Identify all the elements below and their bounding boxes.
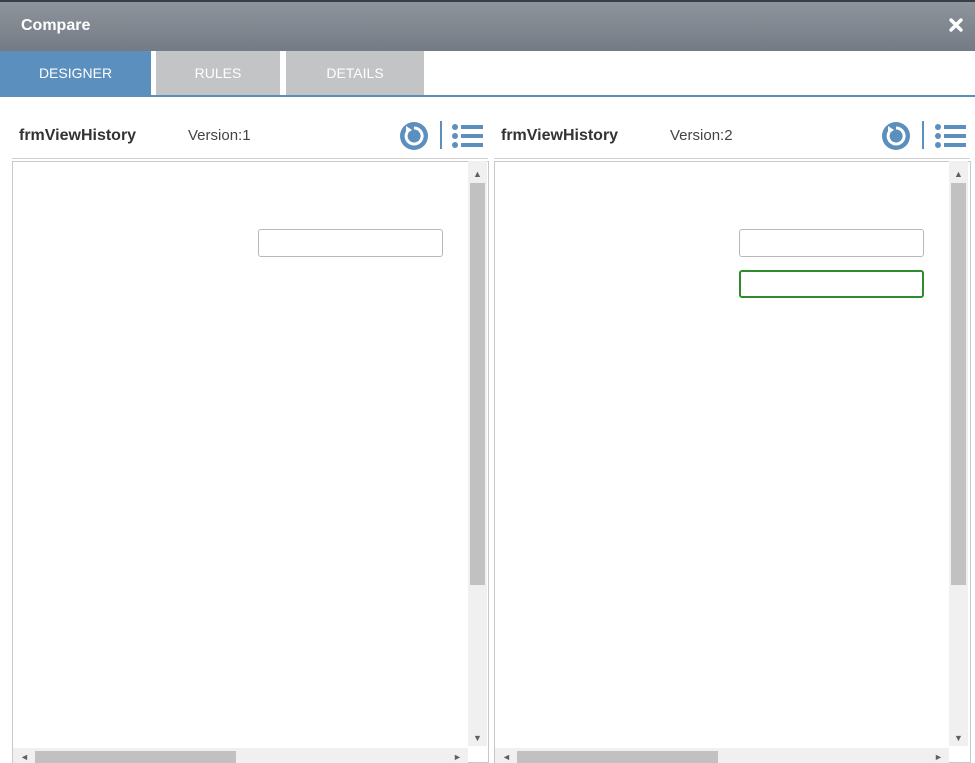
close-icon[interactable]: [947, 16, 965, 34]
right-refresh-icon[interactable]: [881, 121, 911, 151]
right-added-textbox[interactable]: [739, 270, 924, 298]
tab-designer[interactable]: DESIGNER: [0, 51, 151, 95]
left-horizontal-scrollbar[interactable]: ◄ ►: [13, 748, 468, 763]
right-vertical-scroll-thumb[interactable]: [951, 183, 966, 585]
right-form-textbox[interactable]: [739, 229, 924, 257]
scroll-right-icon[interactable]: ►: [934, 752, 943, 762]
left-header-divider: [12, 158, 488, 159]
tab-details[interactable]: DETAILS: [286, 51, 424, 95]
scroll-up-icon[interactable]: ▲: [954, 169, 963, 179]
scroll-right-icon[interactable]: ►: [453, 752, 462, 762]
scroll-up-icon[interactable]: ▲: [473, 169, 482, 179]
left-form-name: frmViewHistory: [19, 127, 137, 144]
scroll-down-icon[interactable]: ▼: [954, 733, 963, 743]
right-vertical-scrollbar[interactable]: ▲ ▼: [949, 161, 968, 746]
left-form-textbox[interactable]: [258, 229, 443, 257]
right-horizontal-scroll-thumb[interactable]: [517, 751, 718, 763]
scroll-left-icon[interactable]: ◄: [502, 752, 511, 762]
right-list-icon[interactable]: [934, 123, 966, 149]
right-header-divider: [494, 158, 970, 159]
scroll-left-icon[interactable]: ◄: [20, 752, 29, 762]
tab-rules[interactable]: RULES: [156, 51, 280, 95]
dialog-titlebar: Compare: [0, 0, 975, 51]
right-horizontal-scrollbar[interactable]: ◄ ►: [495, 748, 949, 763]
left-list-icon[interactable]: [451, 123, 483, 149]
left-vertical-scroll-thumb[interactable]: [470, 183, 485, 585]
left-refresh-icon[interactable]: [399, 121, 429, 151]
right-version-label: Version:2: [670, 127, 733, 144]
right-form-name: frmViewHistory: [501, 127, 619, 144]
dialog-title: Compare: [21, 17, 91, 34]
left-horizontal-scroll-thumb[interactable]: [35, 751, 236, 763]
scroll-down-icon[interactable]: ▼: [473, 733, 482, 743]
left-toolbar-separator: [440, 121, 442, 149]
tab-bar: DESIGNER RULES DETAILS: [0, 51, 975, 97]
left-version-label: Version:1: [188, 127, 251, 144]
left-vertical-scrollbar[interactable]: ▲ ▼: [468, 161, 487, 746]
right-toolbar-separator: [922, 121, 924, 149]
